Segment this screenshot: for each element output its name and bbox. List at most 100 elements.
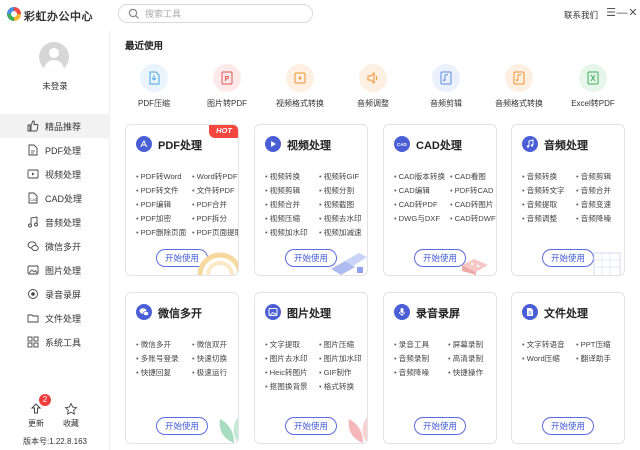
feature-item[interactable]: Word转PDF — [192, 171, 238, 182]
feature-item[interactable]: 极速运行 — [192, 367, 227, 378]
feature-item[interactable]: 音频调整 — [522, 213, 557, 224]
feature-item[interactable]: 文字提取 — [265, 339, 300, 350]
feature-item[interactable]: 文件转PDF — [192, 185, 235, 196]
tool-card-pdf[interactable]: HOT PDF处理 PDF转Word Word转PDF PDF转文件 文件转PD… — [125, 124, 239, 276]
feature-item[interactable]: 视频转GIF — [319, 171, 359, 182]
feature-item[interactable]: 屏幕录制 — [448, 339, 483, 350]
recent-item[interactable]: 音频调整 — [336, 64, 410, 109]
close-icon[interactable]: ✕ — [626, 6, 640, 20]
system-tool-icon — [27, 336, 39, 348]
sidebar-item-video[interactable]: 视频处理 — [0, 162, 110, 186]
feature-item[interactable]: 录音工具 — [394, 339, 429, 350]
tool-card-audio[interactable]: 音频处理 音频转换 音频剪辑 音频转文字 音频合并 音频提取 音频变速 音频调整… — [511, 124, 625, 276]
recent-item[interactable]: P 图片转PDF — [190, 64, 264, 109]
feature-item[interactable]: PDF页面提取 — [192, 227, 238, 238]
feature-item[interactable]: 图片加水印 — [319, 353, 362, 364]
feature-item[interactable]: 音频提取 — [522, 199, 557, 210]
feature-item[interactable]: 微信双开 — [192, 339, 227, 350]
start-use-button[interactable]: 开始使用 — [285, 417, 337, 435]
feature-item[interactable]: CAD看图 — [450, 171, 486, 182]
tool-card-record[interactable]: 录音录屏 录音工具 屏幕录制 音频录制 高清录制 音频降噪 快捷操作 开始使用 — [383, 292, 497, 444]
sidebar-item-audio[interactable]: 音频处理 — [0, 210, 110, 234]
feature-item[interactable]: 高清录制 — [448, 353, 483, 364]
feature-item[interactable]: CAD转DWF — [450, 213, 496, 224]
feature-item[interactable]: 音频降噪 — [576, 213, 611, 224]
feature-item[interactable]: 视频剪辑 — [265, 185, 300, 196]
start-use-button[interactable]: 开始使用 — [156, 417, 208, 435]
feature-item[interactable]: 视频压缩 — [265, 213, 300, 224]
start-use-button[interactable]: 开始使用 — [542, 417, 594, 435]
feature-item[interactable]: 视频加水印 — [265, 227, 308, 238]
feature-item[interactable]: 格式转换 — [319, 381, 354, 392]
sidebar-item-pdf[interactable]: PDF处理 — [0, 138, 110, 162]
feature-item[interactable]: 快捷回复 — [136, 367, 171, 378]
feature-item[interactable]: PDF转文件 — [136, 185, 179, 196]
search-input[interactable] — [145, 7, 305, 21]
feature-item[interactable]: 音频转文字 — [522, 185, 565, 196]
feature-item[interactable]: PDF加密 — [136, 213, 171, 224]
feature-item[interactable]: 音频剪辑 — [576, 171, 611, 182]
sidebar-item-file[interactable]: 文件处理 — [0, 306, 110, 330]
feature-item[interactable]: 多账号登录 — [136, 353, 179, 364]
feature-item[interactable]: Word压缩 — [522, 353, 560, 364]
sidebar-item-record[interactable]: 录音录屏 — [0, 282, 110, 306]
feature-item[interactable]: CAD转PDF — [394, 199, 438, 210]
feature-item[interactable]: 视频转换 — [265, 171, 300, 182]
contact-us-link[interactable]: 联系我们 — [564, 9, 598, 21]
tool-card-file[interactable]: 文件处理 文字转语音 PPT压缩 Word压缩 翻译助手 开始使用 — [511, 292, 625, 444]
feature-item[interactable]: 快捷操作 — [448, 367, 483, 378]
avatar[interactable] — [39, 42, 69, 72]
feature-item[interactable]: GIF制作 — [319, 367, 352, 378]
feature-item[interactable]: PPT压缩 — [576, 339, 611, 350]
feature-item[interactable]: 音频录制 — [394, 353, 429, 364]
feature-item[interactable]: 图片压缩 — [319, 339, 354, 350]
feature-item[interactable]: PDF合并 — [192, 199, 227, 210]
recent-item[interactable]: 音频格式转换 — [482, 64, 556, 109]
feature-item[interactable]: 视频加减速 — [319, 227, 362, 238]
tool-card-video[interactable]: 视频处理 视频转换 视频转GIF 视频剪辑 视频分割 视频合并 视频截图 视频压… — [254, 124, 368, 276]
tool-card-cad[interactable]: CAD CAD处理 CAD版本转换 CAD看图 CAD编辑 PDF转CAD CA… — [383, 124, 497, 276]
sidebar-item-cad[interactable]: CAD CAD处理 — [0, 186, 110, 210]
feature-item[interactable]: 视频分割 — [319, 185, 354, 196]
feature-item[interactable]: 图片去水印 — [265, 353, 308, 364]
start-use-button[interactable]: 开始使用 — [414, 417, 466, 435]
feature-item[interactable]: PDF编辑 — [136, 199, 171, 210]
start-use-button[interactable]: 开始使用 — [542, 249, 594, 267]
decorative-rainbow-icon — [197, 252, 238, 275]
feature-item[interactable]: 音频转换 — [522, 171, 557, 182]
feature-item[interactable]: PDF拆分 — [192, 213, 227, 224]
sidebar-item-system-tools[interactable]: 系统工具 — [0, 330, 110, 354]
sidebar-item-image[interactable]: 图片处理 — [0, 258, 110, 282]
recent-item[interactable]: 视频格式转换 — [263, 64, 337, 109]
feature-item[interactable]: 视频截图 — [319, 199, 354, 210]
feature-item[interactable]: 音频降噪 — [394, 367, 429, 378]
feature-item[interactable]: 视频去水印 — [319, 213, 362, 224]
recent-item[interactable]: 音频剪辑 — [409, 64, 483, 109]
favorite-button[interactable]: 收藏 — [56, 402, 86, 429]
feature-item[interactable]: PDF转Word — [136, 171, 182, 182]
feature-item[interactable]: CAD编辑 — [394, 185, 430, 196]
feature-item[interactable]: DWG与DXF — [394, 213, 440, 224]
update-button[interactable]: 2 更新 — [21, 394, 51, 429]
recent-item[interactable]: PDF压缩 — [117, 64, 191, 109]
feature-item[interactable]: 微信多开 — [136, 339, 171, 350]
recent-item[interactable]: Excel转PDF — [556, 64, 630, 109]
tool-card-wechat[interactable]: 微信多开 微信多开 微信双开 多账号登录 快速切换 快捷回复 极速运行 开始使用 — [125, 292, 239, 444]
sidebar-item-recommended[interactable]: 精品推荐 — [0, 114, 110, 138]
feature-item[interactable]: 抠图换背景 — [265, 381, 308, 392]
feature-item[interactable]: Heic转图片 — [265, 367, 308, 378]
feature-item[interactable]: 视频合并 — [265, 199, 300, 210]
sidebar-item-wechat[interactable]: 微信多开 — [0, 234, 110, 258]
feature-item[interactable]: 文字转语音 — [522, 339, 565, 350]
feature-item[interactable]: PDF转CAD — [450, 185, 494, 196]
feature-item[interactable]: 音频变速 — [576, 199, 611, 210]
feature-item[interactable]: CAD转图片 — [450, 199, 494, 210]
feature-item[interactable]: 翻译助手 — [576, 353, 611, 364]
login-status[interactable]: 未登录 — [0, 80, 110, 92]
feature-item[interactable]: 音频合并 — [576, 185, 611, 196]
tool-card-image[interactable]: 图片处理 文字提取 图片压缩 图片去水印 图片加水印 Heic转图片 GIF制作… — [254, 292, 368, 444]
feature-item[interactable]: PDF删除页面 — [136, 227, 187, 238]
feature-item[interactable]: CAD版本转换 — [394, 171, 445, 182]
feature-item[interactable]: 快速切换 — [192, 353, 227, 364]
search-box[interactable] — [118, 4, 313, 23]
